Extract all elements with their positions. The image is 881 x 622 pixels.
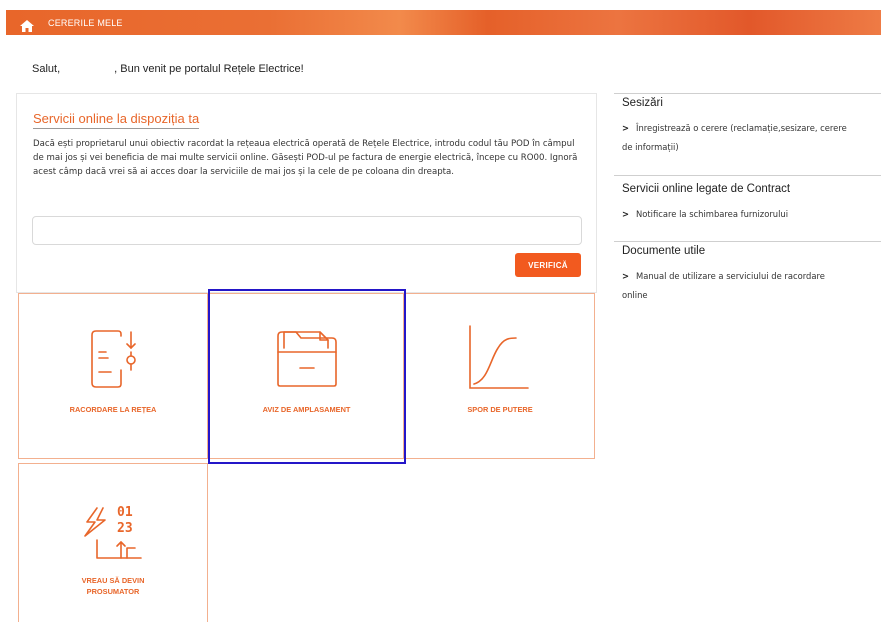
sidebar-link-notificare-furnizor[interactable]: > Notificare la schimbarea furnizorului: [614, 205, 881, 224]
sidebar-link-manual-racordare[interactable]: > Manual de utilizare a serviciului de ra…: [614, 267, 881, 305]
tile-racordare-la-retea[interactable]: RACORDARE LA REȚEA: [18, 293, 208, 459]
sidebar-divider: [614, 241, 881, 242]
services-card: Servicii online la dispoziția ta Dacă eș…: [16, 93, 597, 293]
sidebar-divider: [614, 175, 881, 176]
pod-code-input[interactable]: [32, 216, 582, 245]
sidebar-section-title: Documente utile: [622, 245, 706, 257]
breadcrumb-cererile-mele[interactable]: CERERILE MELE: [48, 18, 123, 28]
tile-label: VREAU SĂ DEVIN PROSUMATOR: [19, 575, 207, 597]
greeting-prefix: Salut,: [32, 63, 61, 75]
welcome-message: Salut, , Bun venit pe portalul Rețele Ele…: [32, 63, 304, 75]
sidebar-section-title: Servicii online legate de Contract: [622, 183, 791, 195]
tile-spor-de-putere[interactable]: SPOR DE PUTERE: [405, 293, 595, 459]
chevron-right-icon: >: [622, 209, 630, 219]
sidebar-link-inregistreaza-cerere[interactable]: > Înregistrează o cerere (reclamație,sesi…: [614, 119, 881, 157]
tile-vreau-sa-devin-prosumator[interactable]: 01 23 VREAU SĂ DEVIN PROSUMATOR: [18, 463, 208, 622]
chevron-right-icon: >: [622, 123, 630, 133]
sidebar-section-sesizari: Sesizări > Înregistrează o cerere (reclam…: [614, 97, 881, 157]
tile-label-line: PROSUMATOR: [86, 587, 140, 596]
sidebar-link-text: Manual de utilizare a serviciului de rac…: [636, 271, 825, 281]
greeting-suffix: , Bun venit pe portalul Rețele Electrice…: [114, 63, 304, 75]
services-card-title: Servicii online la dispoziția ta: [33, 111, 200, 129]
energy-meter-icon: 01 23: [83, 502, 145, 564]
tile-label: RACORDARE LA REȚEA: [69, 405, 157, 414]
sidebar-link-text: Înregistrează o cerere (reclamație,sesiz…: [636, 123, 847, 133]
home-icon[interactable]: [20, 17, 34, 32]
services-card-description: Dacă ești proprietarul unui obiectiv rac…: [33, 139, 578, 177]
plug-request-icon: [91, 330, 137, 392]
selection-highlight: [208, 289, 406, 464]
sidebar-section-title: Sesizări: [622, 97, 663, 109]
sidebar-link-text: de informații): [622, 142, 679, 152]
tile-label: SPOR DE PUTERE: [467, 405, 533, 414]
chevron-right-icon: >: [622, 271, 630, 281]
svg-text:23: 23: [117, 521, 133, 536]
top-banner: CERERILE MELE: [6, 10, 881, 35]
verify-button[interactable]: VERIFICĂ: [515, 253, 581, 277]
sidebar-divider: [614, 93, 881, 94]
sidebar-link-text: Notificare la schimbarea furnizorului: [636, 209, 789, 219]
svg-text:01: 01: [117, 505, 133, 520]
sidebar-section-documente: Documente utile > Manual de utilizare a s…: [614, 245, 881, 305]
sidebar-section-contract: Servicii online legate de Contract > Noti…: [614, 183, 881, 224]
growth-curve-icon: [468, 324, 530, 394]
tile-label-line: VREAU SĂ DEVIN: [81, 576, 145, 585]
sidebar-link-text: online: [622, 290, 648, 300]
